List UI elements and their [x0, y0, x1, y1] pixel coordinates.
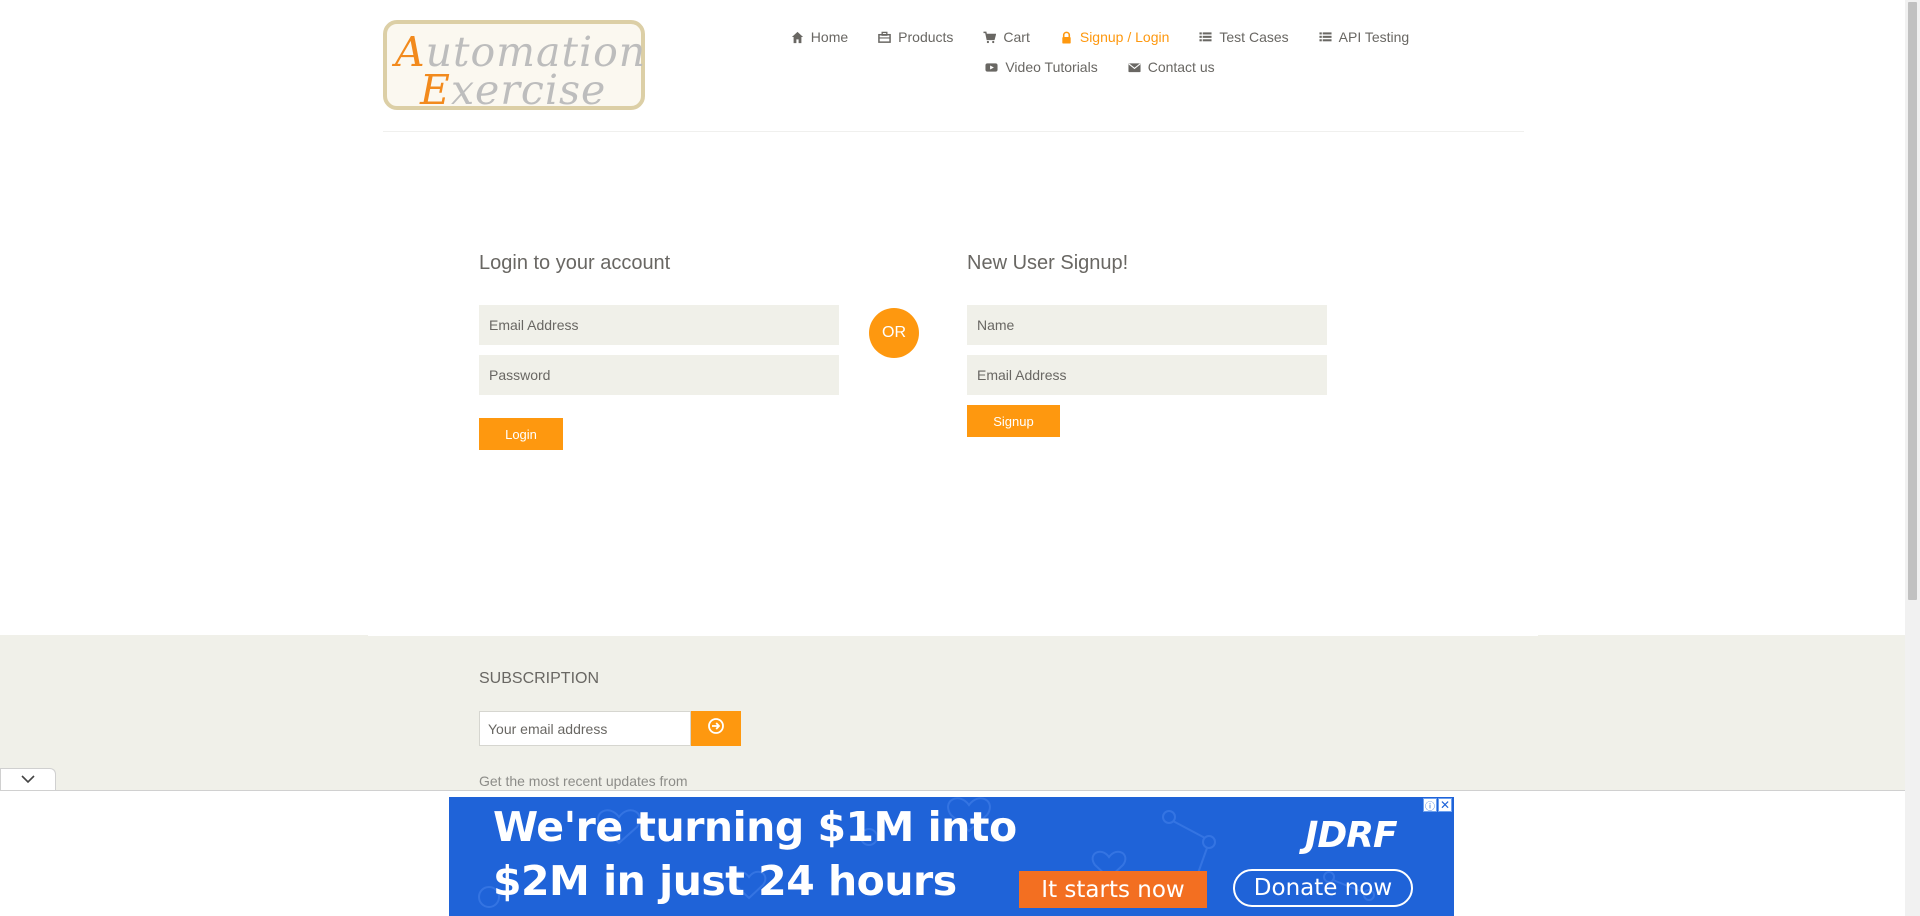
nav-signup-login[interactable]: Signup / Login [1045, 26, 1185, 48]
ad-headline-line-1: We're turning $1M into [493, 803, 1017, 851]
lock-icon [1060, 31, 1073, 44]
footer-divider [368, 635, 1538, 636]
site-header: Automation Exercise Home Products Cart S… [0, 0, 1905, 132]
nav-api-testing[interactable]: API Testing [1304, 26, 1425, 48]
nav-home[interactable]: Home [776, 26, 863, 48]
nav-home-label: Home [810, 29, 849, 45]
login-password-input[interactable] [479, 355, 839, 395]
chevron-down-icon [20, 771, 36, 789]
nav-test-cases[interactable]: Test Cases [1184, 26, 1303, 48]
signup-button[interactable]: Signup [967, 405, 1060, 437]
envelope-icon [1128, 61, 1141, 74]
or-divider: OR [869, 308, 919, 358]
subscribe-button[interactable] [691, 711, 741, 746]
youtube-icon [985, 61, 998, 74]
logo-line-2: Exercise [420, 66, 607, 114]
ad-headline-line-2: $2M in just 24 hours [493, 857, 957, 905]
nav-cart-label: Cart [1003, 29, 1030, 45]
login-email-input[interactable] [479, 305, 839, 345]
nav-test-cases-label: Test Cases [1219, 29, 1289, 45]
ad-close-icon[interactable]: ✕ [1438, 798, 1452, 812]
cart-icon [983, 31, 997, 44]
site-logo[interactable]: Automation Exercise [383, 20, 645, 114]
subscription-title: SUBSCRIPTION [479, 670, 600, 687]
login-button[interactable]: Login [479, 418, 563, 450]
list-icon [1319, 31, 1332, 44]
ad-cta-donate-now[interactable]: Donate now [1233, 869, 1413, 907]
ad-banner[interactable]: We're turning $1M into $2M in just 24 ho… [449, 797, 1454, 916]
nav-products[interactable]: Products [863, 26, 968, 48]
ad-cta-starts-now[interactable]: It starts now [1019, 871, 1207, 908]
signup-title: New User Signup! [967, 252, 1129, 274]
signup-name-input[interactable] [967, 305, 1327, 345]
page-scrollbar[interactable] [1905, 0, 1920, 916]
ad-info-icon[interactable]: ⓘ [1423, 798, 1437, 813]
subscription-note: Get the most recent updates from [479, 773, 688, 789]
header-divider [383, 131, 1524, 132]
arrow-circle-right-icon [707, 717, 725, 740]
products-icon [878, 31, 891, 44]
nav-contact-us-label: Contact us [1147, 59, 1215, 75]
nav-signup-login-label: Signup / Login [1079, 29, 1170, 45]
ad-collapse-tab[interactable] [0, 768, 56, 791]
home-icon [791, 31, 804, 44]
nav-video-tutorials[interactable]: Video Tutorials [970, 56, 1112, 78]
main-nav: Home Products Cart Signup / Login Test C… [770, 26, 1430, 78]
nav-api-testing-label: API Testing [1338, 29, 1410, 45]
nav-cart[interactable]: Cart [968, 26, 1044, 48]
scrollbar-thumb[interactable] [1908, 2, 1917, 600]
nav-video-tutorials-label: Video Tutorials [1005, 59, 1098, 75]
list-icon [1199, 31, 1212, 44]
ad-brand-logo: JDRF [1305, 815, 1398, 856]
login-title: Login to your account [479, 252, 671, 274]
subscribe-email-input[interactable] [479, 711, 691, 746]
nav-contact-us[interactable]: Contact us [1113, 56, 1230, 78]
nav-products-label: Products [898, 29, 954, 45]
signup-email-input[interactable] [967, 355, 1327, 395]
